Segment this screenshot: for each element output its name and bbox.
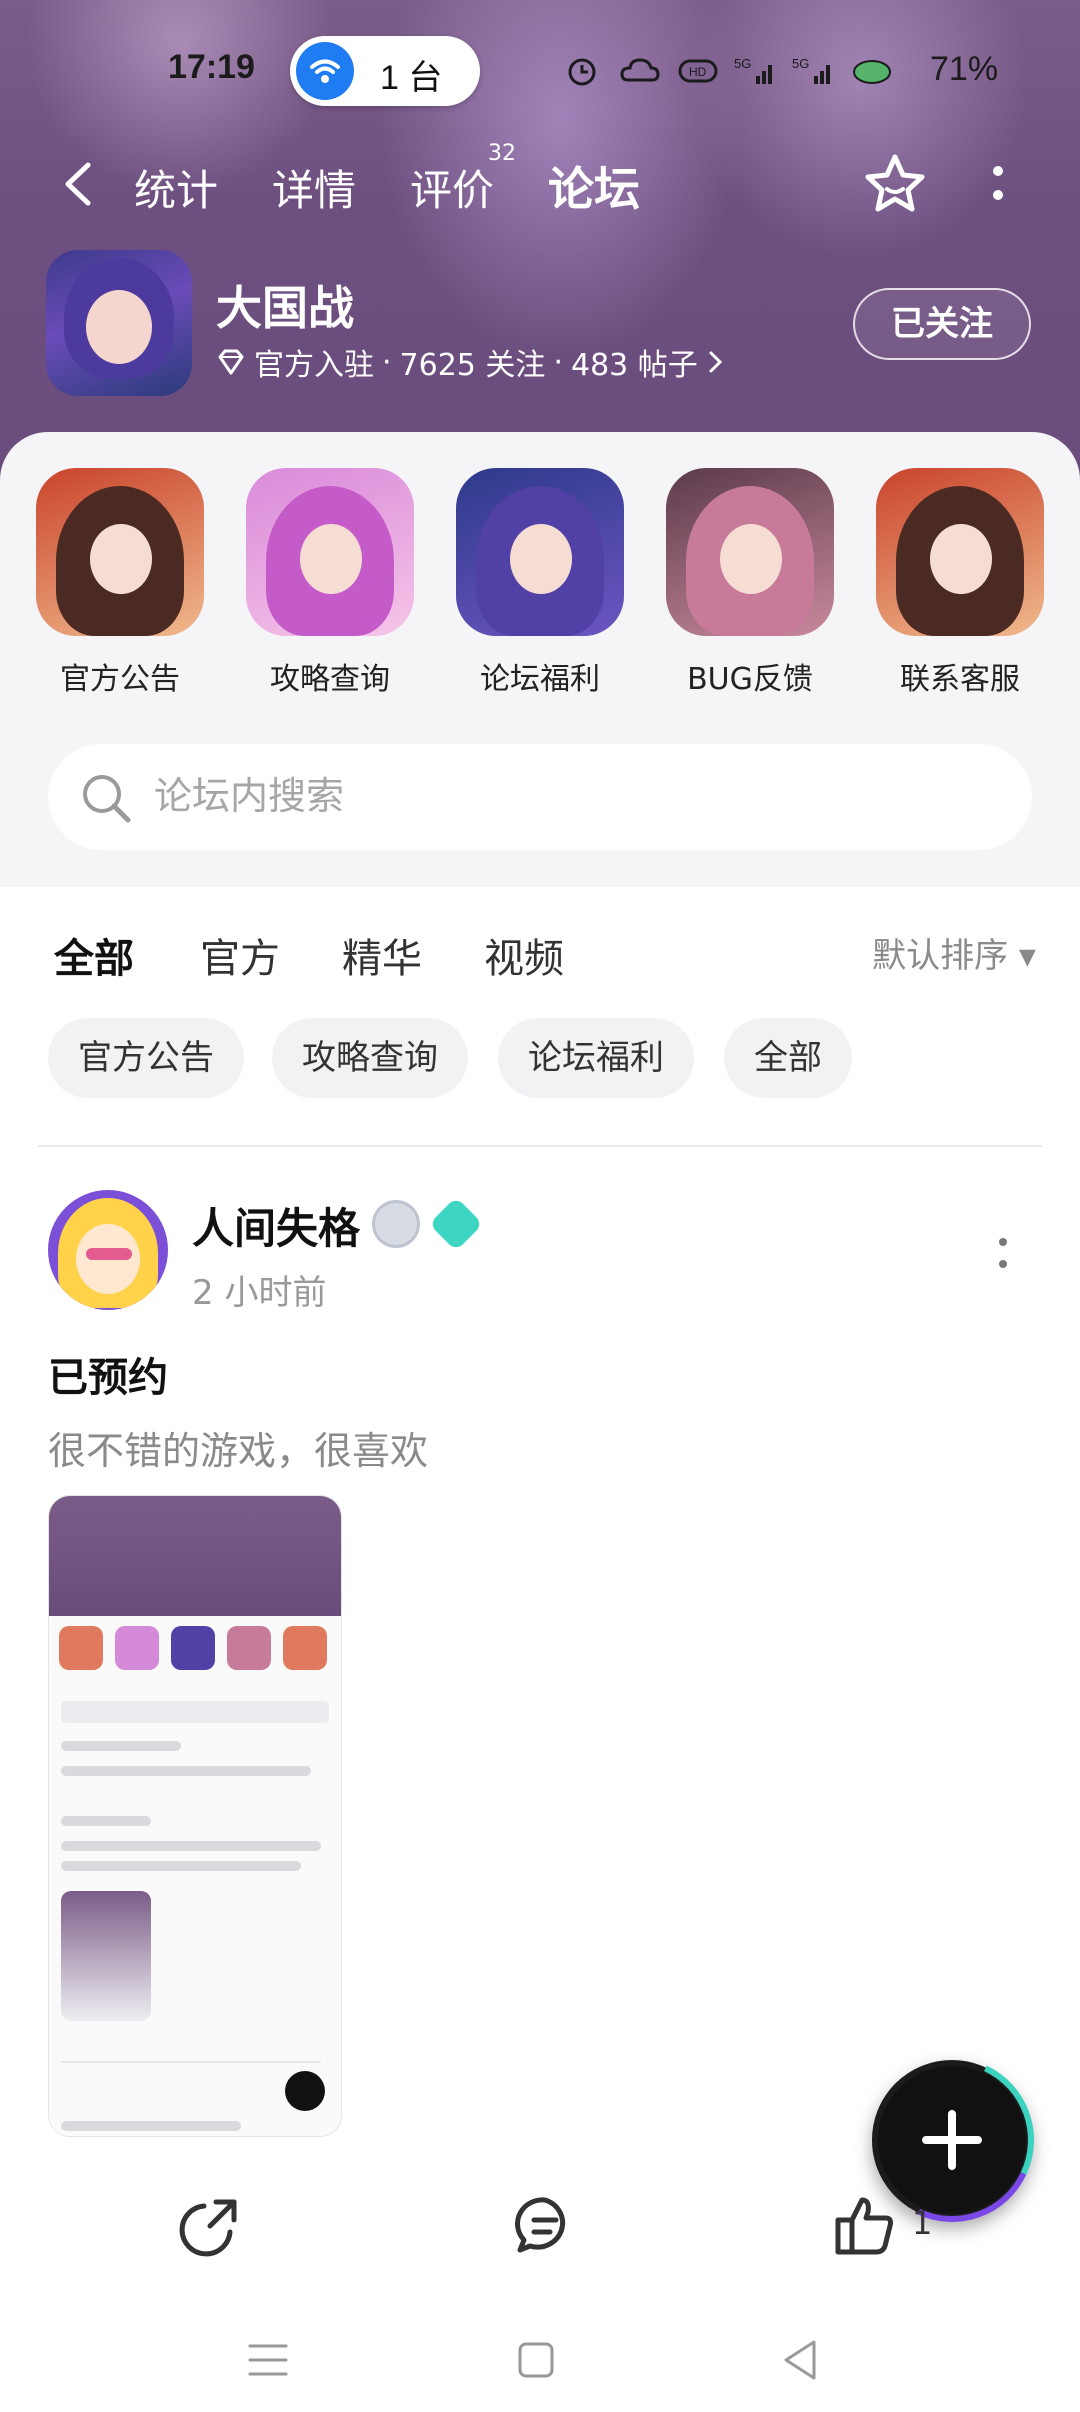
signal-5g-icon-2: 5G (792, 56, 830, 84)
meta-posts: 483 帖子 (570, 348, 698, 383)
tab-stats[interactable]: 统计 (134, 157, 218, 218)
post-more-icon[interactable] (996, 1234, 1010, 1274)
chip-all[interactable]: 全部 (724, 1018, 852, 1098)
announcement-thumbnail (36, 468, 204, 636)
system-navigation-bar (0, 2300, 1080, 2412)
meta-official: 官方入驻 (254, 348, 374, 383)
like-icon[interactable] (830, 2190, 900, 2260)
filter-tabs: 全部 官方 精华 视频 默认排序 ▾ (0, 918, 1080, 988)
post-time: 2 小时前 (192, 1273, 327, 1313)
status-time: 17:19 (168, 48, 255, 86)
game-icon[interactable] (46, 250, 192, 396)
search-input[interactable] (154, 766, 994, 826)
post-author[interactable]: 人间失格 (192, 1195, 360, 1256)
verified-badge-icon (428, 1196, 484, 1252)
search-icon (83, 775, 131, 823)
svg-text:5G: 5G (734, 56, 751, 71)
post-image[interactable] (48, 1495, 342, 2137)
hotspot-indicator[interactable]: 1 台 (290, 36, 480, 106)
tab-reviews[interactable]: 评价 (410, 157, 494, 218)
top-nav: 统计 详情 评价 32 论坛 (0, 141, 1080, 225)
avatar[interactable] (48, 1190, 168, 1310)
meta-followers: 7625 关注 (399, 348, 546, 383)
tab-details[interactable]: 详情 (272, 157, 356, 218)
quick-link-announcements[interactable]: 官方公告 (35, 468, 205, 698)
post-body[interactable]: 很不错的游戏，很喜欢 (48, 1420, 428, 1475)
battery-percent: 71% (930, 50, 999, 88)
post-title[interactable]: 已预约 (48, 1345, 168, 1403)
like-count: 1 (912, 2204, 933, 2242)
support-thumbnail (876, 468, 1044, 636)
follow-button[interactable]: 已关注 (853, 288, 1031, 360)
chevron-right-icon (709, 351, 722, 373)
battery-icon (853, 60, 891, 84)
quick-access-card: 官方公告 攻略查询 论坛福利 BUG反馈 联系客服 (0, 432, 1080, 887)
quick-link-guides[interactable]: 攻略查询 (245, 468, 415, 698)
game-meta[interactable]: 官方入驻 · 7625 关注 · 483 帖子 (216, 340, 726, 384)
favorite-star-icon[interactable] (860, 149, 930, 219)
welfare-thumbnail (456, 468, 624, 636)
bug-report-thumbnail (666, 468, 834, 636)
chip-welfare[interactable]: 论坛福利 (498, 1018, 694, 1098)
comment-icon[interactable] (510, 2190, 580, 2260)
tab-forum[interactable]: 论坛 (548, 153, 640, 225)
chip-guides[interactable]: 攻略查询 (272, 1018, 468, 1098)
hotspot-icon (296, 42, 354, 100)
back-triangle-icon[interactable] (770, 2330, 830, 2390)
quick-link-support[interactable]: 联系客服 (875, 468, 1045, 698)
filter-tab-all[interactable]: 全部 (54, 926, 134, 986)
svg-text:HD: HD (689, 65, 707, 79)
diamond-icon (218, 349, 244, 375)
back-arrow-icon[interactable] (58, 159, 98, 209)
alarm-icon (568, 58, 596, 86)
quick-link-bug-report[interactable]: BUG反馈 (665, 468, 835, 698)
menu-icon[interactable] (238, 2330, 298, 2390)
filter-tab-featured[interactable]: 精华 (342, 926, 422, 984)
status-bar: 17:19 1 台 HD 5G 5G 71% (0, 36, 1080, 106)
guides-thumbnail (246, 468, 414, 636)
share-icon[interactable] (176, 2190, 246, 2260)
reviews-count-badge: 32 (488, 141, 516, 166)
more-vertical-icon[interactable] (986, 159, 1010, 209)
weather-icon (620, 58, 660, 82)
signal-5g-icon: 5G (734, 56, 772, 84)
user-level-badge-icon (372, 1200, 420, 1248)
post-action-bar: 1 (0, 2160, 1080, 2290)
divider (38, 1145, 1042, 1147)
home-icon[interactable] (506, 2330, 566, 2390)
quick-link-welfare[interactable]: 论坛福利 (455, 468, 625, 698)
hd-icon: HD (678, 59, 718, 83)
forum-search[interactable] (48, 744, 1032, 850)
filter-tab-official[interactable]: 官方 (200, 926, 280, 984)
hotspot-label: 1 台 (380, 59, 443, 97)
filter-tab-video[interactable]: 视频 (484, 926, 564, 984)
game-title: 大国战 (216, 281, 354, 335)
game-info: 大国战 官方入驻 · 7625 关注 · 483 帖子 已关注 (0, 250, 1080, 400)
chip-announcements[interactable]: 官方公告 (48, 1018, 244, 1098)
sort-dropdown[interactable]: 默认排序 ▾ (872, 928, 1036, 977)
svg-text:5G: 5G (792, 56, 809, 71)
status-icons: HD 5G 5G (560, 46, 894, 96)
